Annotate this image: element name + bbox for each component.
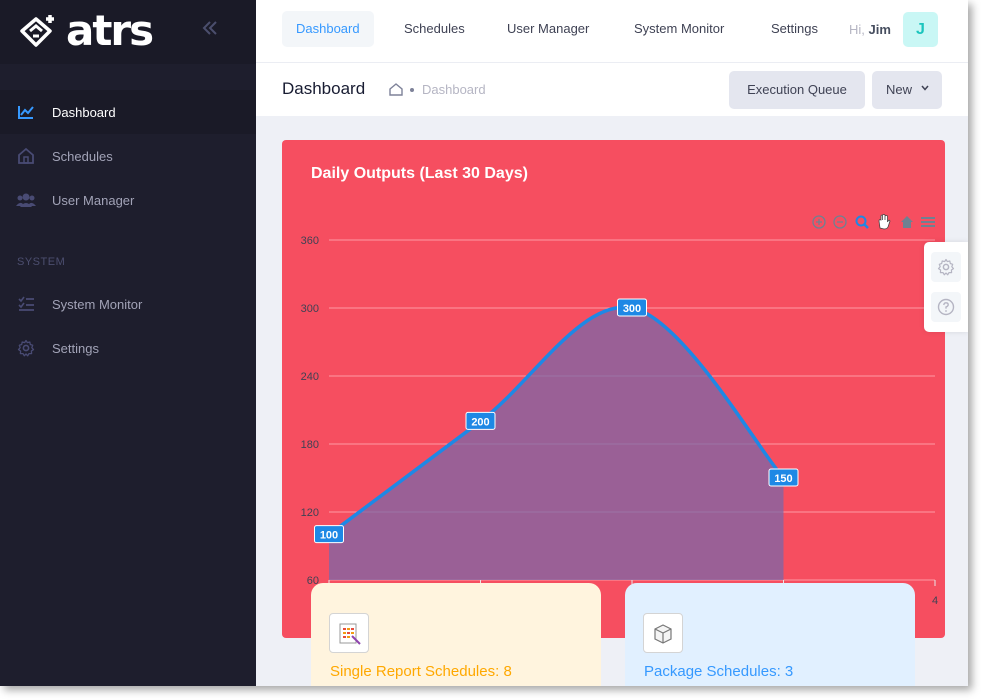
home-shape [901, 216, 913, 228]
tab-user-manager[interactable]: User Manager [493, 11, 603, 47]
data-label: 100 [314, 525, 344, 544]
sidebar-item-label: User Manager [52, 192, 135, 208]
data-label: 150 [768, 468, 799, 487]
new-dropdown-button[interactable]: New [872, 71, 942, 109]
home-icon[interactable] [389, 82, 403, 96]
report-icon [329, 613, 369, 653]
daily-outputs-chart-card: Daily Outputs (Last 30 Days) 60 120 180 240… [282, 140, 945, 638]
sidebar-section-label: SYSTEM [17, 256, 66, 268]
collapse-sidebar-button[interactable] [198, 18, 222, 42]
data-label-text: 200 [471, 416, 489, 428]
sidebar-item-user-manager[interactable]: User Manager [0, 178, 256, 222]
settings-panel-button[interactable] [931, 252, 961, 282]
sidebar-item-system-monitor[interactable]: System Monitor [0, 282, 256, 326]
logo-area: atrs [0, 0, 256, 64]
greeting-prefix: Hi, [849, 22, 865, 37]
breadcrumb-separator [410, 88, 414, 92]
chevron-down-icon [920, 71, 930, 109]
single-report-schedules-card[interactable]: Single Report Schedules: 8 [311, 583, 601, 686]
data-label-text: 300 [623, 303, 641, 315]
zoom-handle [863, 223, 869, 229]
menu-icon[interactable] [921, 217, 935, 227]
sidebar-item-settings[interactable]: Settings [0, 326, 256, 370]
y-tick-label: 300 [301, 303, 319, 315]
x-tick-label: 4 [932, 595, 938, 607]
zoom-in-icon[interactable] [812, 215, 826, 229]
chart-line-icon [16, 102, 36, 122]
app-window: atrs Dashboard Schedules User Manager SY… [0, 0, 968, 686]
question-circle-icon [937, 298, 955, 316]
data-label: 200 [465, 411, 496, 430]
logo-text: atrs [66, 6, 154, 55]
help-panel-button[interactable] [931, 292, 961, 322]
floating-side-panel [924, 242, 968, 332]
top-navbar: Dashboard Schedules User Manager System … [256, 0, 968, 62]
data-label: 300 [617, 298, 647, 317]
tab-system-monitor[interactable]: System Monitor [620, 11, 738, 47]
tab-schedules[interactable]: Schedules [390, 11, 479, 47]
user-name: Jim [868, 22, 891, 37]
logo[interactable]: atrs [16, 6, 154, 56]
data-label-text: 100 [320, 530, 338, 542]
single-report-schedules-label: Single Report Schedules: 8 [330, 663, 512, 680]
gear-icon [16, 338, 36, 358]
package-schedules-label: Package Schedules: 3 [644, 663, 794, 680]
double-chevron-left-icon [202, 21, 217, 35]
home-icon [16, 146, 36, 166]
data-label-text: 150 [774, 473, 792, 485]
reset-home-icon[interactable] [901, 216, 913, 228]
y-tick-label: 120 [301, 507, 319, 519]
logo-mark-icon [20, 15, 54, 47]
zoom-out-icon[interactable] [833, 215, 847, 229]
checklist-icon [16, 294, 36, 314]
daily-outputs-chart: 601201802403003604100200300150 [301, 214, 938, 607]
sidebar-item-label: Schedules [52, 148, 113, 164]
y-tick-label: 360 [301, 235, 319, 247]
sidebar-item-schedules[interactable]: Schedules [0, 134, 256, 178]
subheader: Dashboard Dashboard Execution Queue New [256, 62, 968, 116]
breadcrumb[interactable]: Dashboard [422, 82, 486, 97]
package-schedules-card[interactable]: Package Schedules: 3 [625, 583, 915, 686]
tab-dashboard[interactable]: Dashboard [282, 11, 374, 47]
gear-icon [937, 258, 955, 276]
sidebar-item-label: System Monitor [52, 296, 143, 312]
tab-settings[interactable]: Settings [757, 11, 832, 47]
zoom-lens [855, 215, 867, 227]
sidebar-item-label: Settings [52, 340, 99, 356]
avatar[interactable]: J [903, 12, 938, 47]
sidebar-item-dashboard[interactable]: Dashboard [0, 90, 256, 134]
package-icon [643, 613, 683, 653]
y-tick-label: 180 [301, 439, 319, 451]
pan-icon[interactable] [878, 214, 891, 230]
execution-queue-button[interactable]: Execution Queue [729, 71, 865, 109]
zoom-icon[interactable] [855, 215, 869, 229]
sidebar-item-label: Dashboard [52, 104, 116, 120]
pan-hand [878, 214, 891, 230]
page-title: Dashboard [282, 79, 366, 98]
users-icon [16, 190, 36, 210]
user-greeting[interactable]: Hi, Jim [849, 22, 891, 37]
new-button-label: New [886, 82, 913, 97]
sidebar: atrs Dashboard Schedules User Manager SY… [0, 0, 256, 686]
y-tick-label: 240 [301, 371, 319, 383]
